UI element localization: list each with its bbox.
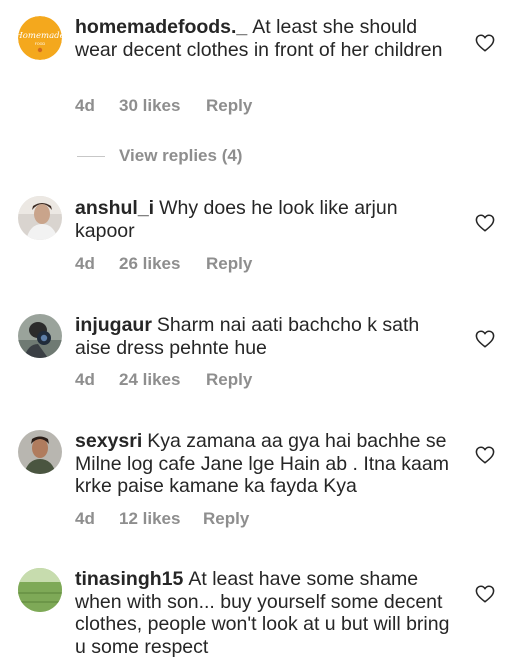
comment-likes[interactable]: 12 likes	[119, 509, 203, 529]
comment-username[interactable]: tinasingh15	[75, 568, 183, 590]
svg-text:Homemade: Homemade	[18, 31, 62, 41]
comment-likes[interactable]: 26 likes	[119, 254, 206, 274]
comment-text-block: anshul_i Why does he look like arjun kapo…	[75, 197, 450, 242]
svg-text:FOOD: FOOD	[35, 42, 46, 46]
comment-likes[interactable]: 24 likes	[119, 370, 206, 390]
comment-username[interactable]: anshul_i	[75, 197, 154, 219]
avatar-photo-icon	[18, 196, 62, 240]
comment-likes[interactable]: 30 likes	[119, 96, 206, 116]
avatar[interactable]	[18, 196, 62, 240]
avatar[interactable]	[18, 314, 62, 358]
heart-icon[interactable]	[475, 446, 495, 464]
heart-icon[interactable]	[475, 214, 495, 232]
avatar[interactable]	[18, 430, 62, 474]
comment-meta: 4d 12 likes Reply	[75, 509, 249, 529]
avatar[interactable]: Homemade FOOD	[18, 16, 62, 60]
comment-text-block: injugaur Sharm nai aati bachcho k sath ai…	[75, 314, 450, 359]
comment-meta: 4d 26 likes Reply	[75, 254, 252, 274]
view-replies-button[interactable]: View replies (4)	[77, 146, 242, 166]
comment-username[interactable]: injugaur	[75, 314, 152, 336]
comment-time: 4d	[75, 96, 95, 115]
comment-meta: 4d 30 likes Reply	[75, 96, 252, 116]
comment-time: 4d	[75, 370, 95, 389]
comment-meta: 4d 24 likes Reply	[75, 370, 252, 390]
comment-text-block: homemadefoods._ At least she should wear …	[75, 16, 450, 61]
divider-line	[77, 155, 105, 157]
reply-button[interactable]: Reply	[206, 96, 252, 116]
heart-icon[interactable]	[475, 585, 495, 603]
comment-time: 4d	[75, 509, 95, 528]
heart-icon[interactable]	[475, 34, 495, 52]
comment-username[interactable]: sexysri	[75, 430, 142, 452]
reply-button[interactable]: Reply	[206, 254, 252, 274]
avatar-photo-icon	[18, 430, 62, 474]
heart-icon[interactable]	[475, 330, 495, 348]
reply-button[interactable]: Reply	[206, 370, 252, 390]
avatar[interactable]	[18, 568, 62, 612]
comment-text-block: tinasingh15 At least have some shame when…	[75, 568, 450, 658]
reply-button[interactable]: Reply	[203, 509, 249, 529]
avatar-photo-icon	[18, 568, 62, 612]
comment-text-block: sexysri Kya zamana aa gya hai bachhe se M…	[75, 430, 450, 498]
avatar-logo-icon: Homemade FOOD	[18, 16, 62, 60]
view-replies-label: View replies (4)	[119, 146, 243, 165]
comment-username[interactable]: homemadefoods._	[75, 16, 247, 38]
avatar-photo-icon	[18, 314, 62, 358]
comment-time: 4d	[75, 254, 95, 273]
